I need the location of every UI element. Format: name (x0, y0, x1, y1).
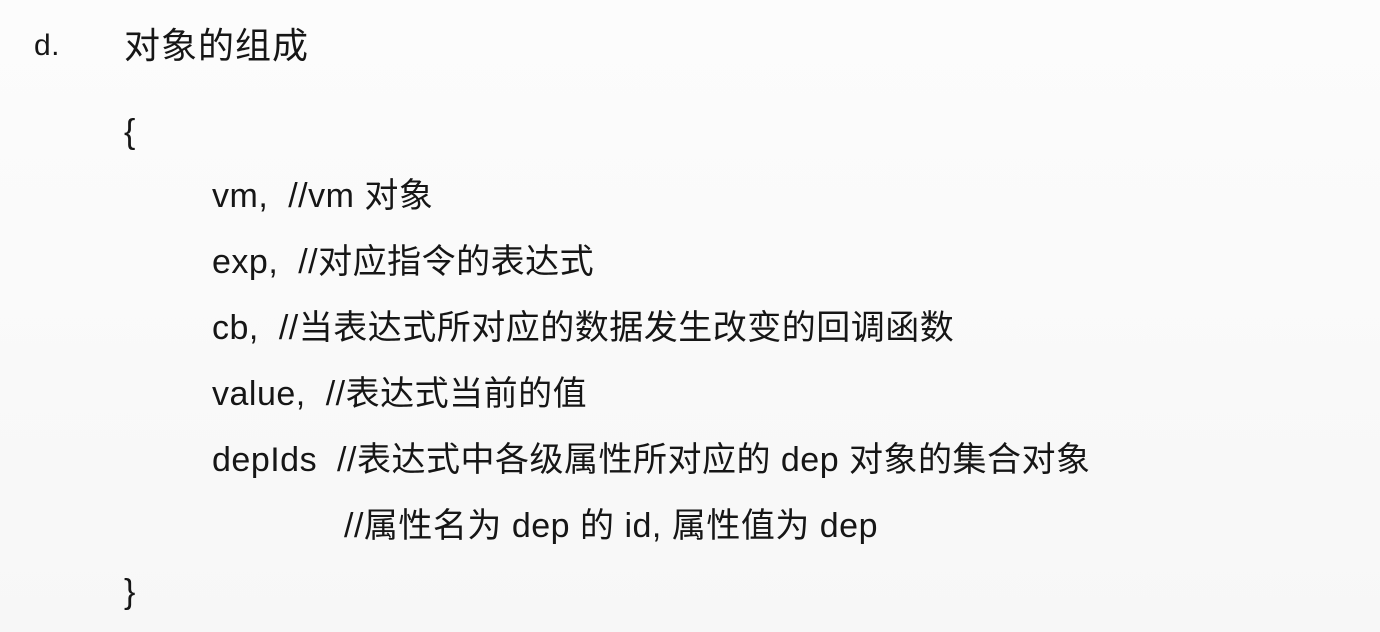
field-code: vm, (212, 177, 269, 215)
section-title: 对象的组成 (124, 25, 310, 66)
field-code: cb, (212, 309, 259, 347)
field-line-value: value, //表达式当前的值 (212, 374, 587, 414)
field-comment: //表达式中各级属性所对应的 dep 对象的集合对象 (337, 441, 1091, 479)
field-line-vm: vm, //vm 对象 (212, 176, 433, 216)
open-brace: { (124, 113, 136, 151)
close-brace: } (124, 573, 136, 611)
field-comment: //当表达式所对应的数据发生改变的回调函数 (278, 309, 955, 347)
continuation-comment: //属性名为 dep 的 id, 属性值为 dep (344, 507, 878, 545)
field-comment: //对应指令的表达式 (298, 243, 595, 281)
field-code: exp, (212, 243, 279, 281)
field-line-depids: depIds //表达式中各级属性所对应的 dep 对象的集合对象 (212, 440, 1091, 480)
field-comment: //表达式当前的值 (325, 375, 588, 413)
field-code: value, (212, 375, 306, 413)
section-marker: d. (34, 29, 61, 62)
document-page: d. 对象的组成 { vm, //vm 对象 exp, //对应指令的表达式 c… (0, 0, 1380, 632)
field-comment: //vm 对象 (288, 177, 434, 215)
field-line-cb: cb, //当表达式所对应的数据发生改变的回调函数 (212, 308, 954, 348)
field-line-exp: exp, //对应指令的表达式 (212, 242, 594, 282)
field-code: depIds (212, 441, 318, 479)
